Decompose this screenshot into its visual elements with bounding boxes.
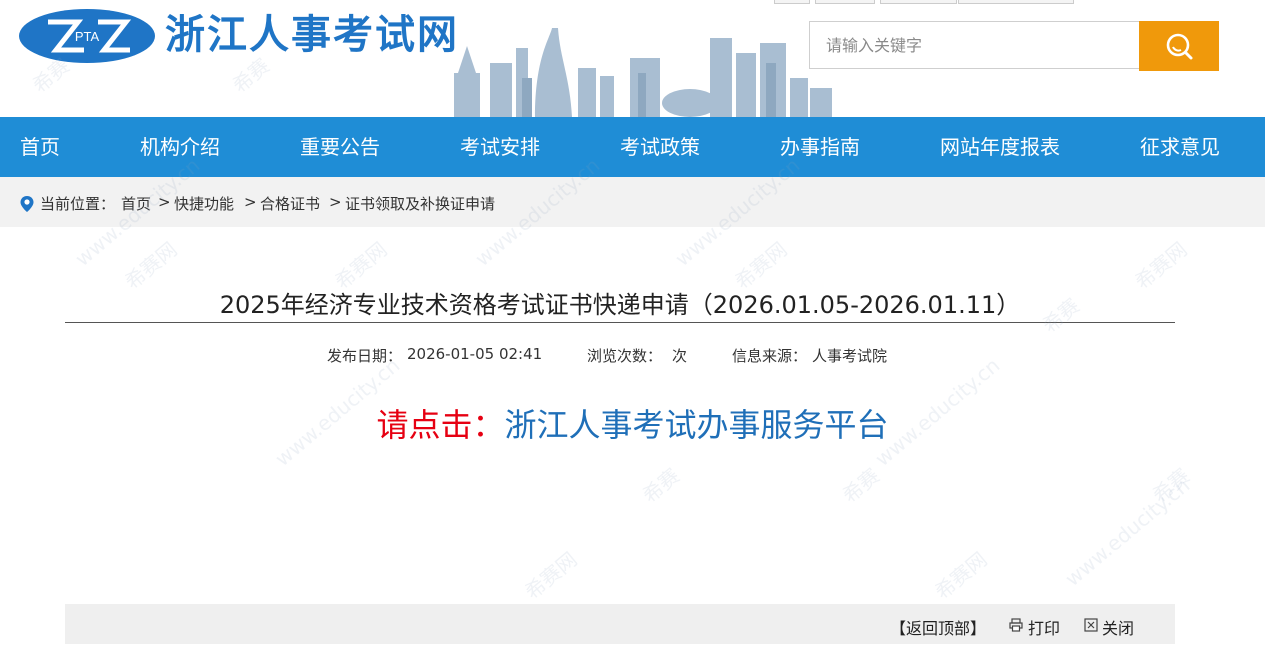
title-divider — [65, 322, 1175, 323]
nav-item-feedback[interactable]: 征求意见 — [1140, 117, 1220, 177]
main-nav: 首页 机构介绍 重要公告 考试安排 考试政策 办事指南 网站年度报表 征求意见 — [0, 117, 1265, 177]
location-pin-icon — [20, 196, 34, 212]
nav-item-about[interactable]: 机构介绍 — [140, 117, 220, 177]
top-tab[interactable] — [958, 0, 1074, 4]
nav-item-announcements[interactable]: 重要公告 — [300, 117, 380, 177]
nav-item-exam-schedule[interactable]: 考试安排 — [460, 117, 540, 177]
breadcrumb: 当前位置： 首页 > 快捷功能 > 合格证书 > 证书领取及补换证申请 — [0, 177, 1265, 227]
top-tab[interactable] — [774, 0, 810, 4]
breadcrumb-home[interactable]: 首页 — [121, 193, 151, 214]
article-actions-bar: 【返回顶部】 打印 关闭 — [65, 604, 1175, 644]
nav-item-exam-policy[interactable]: 考试政策 — [620, 117, 700, 177]
watermark-brand: 希赛 — [837, 463, 884, 508]
breadcrumb-certificates[interactable]: 合格证书 — [260, 193, 320, 214]
watermark-url: www.educity.cn — [1060, 473, 1195, 591]
site-title[interactable]: 浙江人事考试网 — [165, 9, 459, 61]
breadcrumb-current[interactable]: 证书领取及补换证申请 — [345, 193, 495, 214]
nav-item-annual-report[interactable]: 网站年度报表 — [940, 117, 1060, 177]
cta-line: 请点击：浙江人事考试办事服务平台 — [0, 400, 1265, 446]
article-title: 2025年经济专业技术资格考试证书快递申请（2026.01.05-2026.01… — [219, 291, 1021, 319]
breadcrumb-shortcuts[interactable]: 快捷功能 — [174, 193, 234, 214]
service-platform-link[interactable]: 浙江人事考试办事服务平台 — [505, 406, 889, 444]
search-icon — [1166, 33, 1193, 60]
breadcrumb-separator: > — [244, 193, 257, 211]
watermark-brand: 希赛 — [637, 463, 684, 508]
watermark-brand: 希赛 — [1147, 463, 1194, 508]
breadcrumb-label: 当前位置： — [40, 195, 116, 213]
top-tab[interactable] — [815, 0, 875, 4]
view-count-label: 浏览次数： — [587, 347, 663, 365]
city-skyline-graphic — [440, 18, 840, 117]
close-icon[interactable] — [1084, 618, 1098, 632]
site-header: PTA 浙江人事考试网 — [0, 0, 1265, 117]
view-count-unit: 次 — [672, 347, 688, 365]
info-source: 人事考试院 — [812, 347, 888, 365]
printer-icon[interactable] — [1009, 618, 1023, 632]
search-button[interactable] — [1139, 21, 1219, 71]
search-input[interactable] — [810, 22, 1126, 68]
publish-date: 2026-01-05 02:41 — [407, 345, 543, 363]
logo-text: PTA — [75, 29, 100, 44]
site-logo[interactable]: PTA — [18, 8, 156, 64]
close-link[interactable]: 关闭 — [1102, 615, 1134, 639]
breadcrumb-separator: > — [329, 193, 342, 211]
print-link[interactable]: 打印 — [1028, 615, 1060, 639]
nav-item-guide[interactable]: 办事指南 — [780, 117, 860, 177]
breadcrumb-separator: > — [158, 193, 171, 211]
nav-item-home[interactable]: 首页 — [20, 117, 60, 177]
publish-date-label: 发布日期： — [327, 347, 403, 365]
back-to-top-link[interactable]: 【返回顶部】 — [890, 615, 986, 639]
cta-prefix: 请点击： — [376, 406, 505, 444]
search-field — [809, 21, 1139, 69]
info-source-label: 信息来源： — [732, 347, 808, 365]
watermark-brand-net: 希赛网 — [930, 547, 992, 605]
top-tab[interactable] — [880, 0, 957, 4]
watermark-brand-net: 希赛网 — [520, 547, 582, 605]
